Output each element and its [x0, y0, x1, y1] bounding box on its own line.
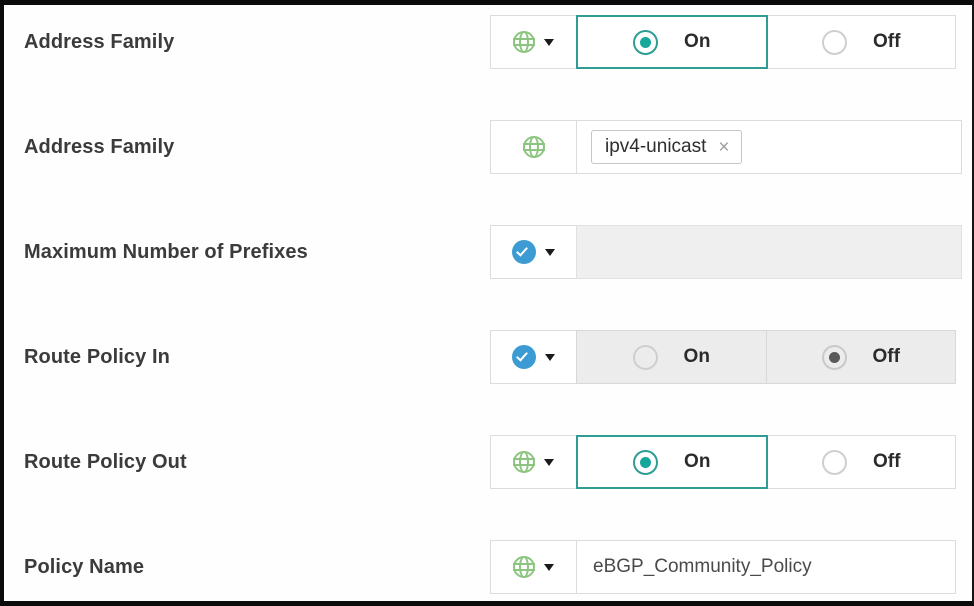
globe-icon: [513, 556, 535, 578]
source-selector[interactable]: [490, 15, 577, 69]
input-value: eBGP_Community_Policy: [593, 556, 812, 578]
close-icon[interactable]: ×: [718, 138, 729, 157]
row-control-group: On Off: [490, 435, 956, 489]
toggle-option-on[interactable]: On: [576, 15, 768, 69]
radio-on-unselected: [633, 345, 658, 370]
form-row-route-policy-out: Route Policy Out On Off: [4, 433, 972, 491]
row-label: Route Policy Out: [24, 451, 187, 474]
toggle-option-on[interactable]: On: [576, 330, 767, 384]
toggle-option-off[interactable]: Off: [766, 330, 957, 384]
bgp-settings-form: Address Family On Off Address Family: [4, 5, 972, 601]
form-row-route-policy-in: Route Policy In On Off: [4, 328, 972, 386]
toggle-option-on[interactable]: On: [576, 435, 768, 489]
tag-chip-label: ipv4-unicast: [605, 136, 706, 158]
toggle-option-off[interactable]: Off: [767, 15, 957, 69]
source-selector[interactable]: [490, 330, 577, 384]
row-control-group: ipv4-unicast ×: [490, 120, 962, 174]
radio-on-selected: [633, 450, 658, 475]
form-screen: Address Family On Off Address Family: [0, 0, 974, 606]
globe-icon: [513, 31, 535, 53]
toggle-option-label: Off: [873, 451, 900, 473]
globe-icon: [523, 136, 545, 158]
policy-name-input[interactable]: eBGP_Community_Policy: [576, 540, 956, 594]
maximum-prefixes-input[interactable]: [576, 225, 962, 279]
row-control-group: On Off: [490, 330, 956, 384]
toggle-option-label: On: [684, 346, 710, 368]
radio-on-selected: [633, 30, 658, 55]
row-label: Maximum Number of Prefixes: [24, 241, 308, 264]
row-label: Address Family: [24, 31, 174, 54]
radio-off-selected: [822, 345, 847, 370]
row-label: Route Policy In: [24, 346, 170, 369]
radio-off-unselected: [822, 450, 847, 475]
row-label: Policy Name: [24, 556, 144, 579]
source-selector[interactable]: [490, 435, 577, 489]
form-row-address-family-value: Address Family ipv4-unicast ×: [4, 118, 972, 176]
toggle-option-label: On: [684, 31, 710, 53]
blue-check-icon: [512, 240, 536, 264]
chevron-down-icon: [545, 249, 555, 256]
row-control-group: eBGP_Community_Policy: [490, 540, 956, 594]
chevron-down-icon: [544, 459, 554, 466]
form-row-policy-name: Policy Name eBGP_Community_Policy: [4, 538, 972, 596]
row-control-group: [490, 225, 962, 279]
tag-chip[interactable]: ipv4-unicast ×: [591, 130, 742, 164]
source-selector[interactable]: [490, 540, 577, 594]
toggle-option-label: Off: [873, 346, 900, 368]
source-selector[interactable]: [490, 225, 577, 279]
toggle-option-label: Off: [873, 31, 900, 53]
row-control-group: On Off: [490, 15, 956, 69]
blue-check-icon: [512, 345, 536, 369]
chevron-down-icon: [544, 39, 554, 46]
chevron-down-icon: [545, 354, 555, 361]
address-family-tag-input[interactable]: ipv4-unicast ×: [576, 120, 962, 174]
radio-off-unselected: [822, 30, 847, 55]
row-label: Address Family: [24, 136, 174, 159]
toggle-option-off[interactable]: Off: [767, 435, 957, 489]
form-row-maximum-number-of-prefixes: Maximum Number of Prefixes: [4, 223, 972, 281]
form-row-address-family-toggle: Address Family On Off: [4, 13, 972, 71]
toggle-option-label: On: [684, 451, 710, 473]
chevron-down-icon: [544, 564, 554, 571]
source-indicator: [490, 120, 577, 174]
globe-icon: [513, 451, 535, 473]
